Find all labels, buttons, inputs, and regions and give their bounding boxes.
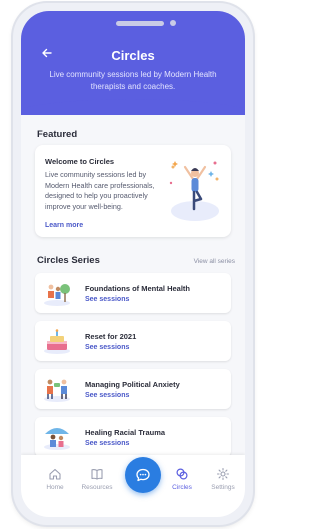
speaker-notch — [116, 21, 164, 26]
series-name: Managing Political Anxiety — [85, 380, 180, 389]
view-all-series-link[interactable]: View all series — [194, 258, 235, 265]
tab-resources-label: Resources — [81, 484, 113, 491]
tab-circles[interactable]: Circles — [162, 467, 202, 491]
people-umbrella-icon — [44, 428, 70, 450]
tab-resources[interactable]: Resources — [77, 467, 117, 491]
people-talking-icon — [44, 379, 70, 402]
circles-icon — [176, 468, 188, 480]
tab-circles-label: Circles — [172, 484, 192, 491]
series-card-political-anxiety[interactable]: Managing Political Anxiety See sessions — [35, 369, 231, 409]
page-subtitle: Live community sessions led by Modern He… — [49, 70, 217, 91]
camera-dot — [170, 20, 176, 26]
tab-home-label: Home — [46, 484, 64, 491]
see-sessions-link[interactable]: See sessions — [85, 392, 129, 399]
main-content: Featured Welcome to Circles Live communi… — [21, 115, 245, 457]
see-sessions-link[interactable]: See sessions — [85, 440, 129, 447]
series-name: Healing Racial Trauma — [85, 428, 166, 437]
tab-home[interactable]: Home — [35, 467, 75, 491]
chat-button[interactable] — [125, 457, 161, 493]
calendar-cake-icon — [44, 329, 70, 354]
featured-card-title: Welcome to Circles — [45, 157, 115, 166]
people-outdoors-icon — [44, 284, 70, 306]
series-name: Reset for 2021 — [85, 332, 137, 341]
chat-bubble-icon — [136, 468, 150, 482]
series-name: Foundations of Mental Health — [85, 284, 190, 293]
tab-settings-label: Settings — [211, 484, 235, 491]
featured-card-description: Live community sessions led by Modern He… — [45, 170, 155, 211]
app-screen: Circles Live community sessions led by M… — [21, 11, 245, 517]
series-card-foundations[interactable]: Foundations of Mental Health See session… — [35, 273, 231, 313]
phone-frame: Circles Live community sessions led by M… — [13, 3, 253, 525]
see-sessions-link[interactable]: See sessions — [85, 344, 129, 351]
series-section-title: Circles Series — [37, 255, 100, 266]
header-banner: Circles Live community sessions led by M… — [21, 11, 245, 139]
tab-settings[interactable]: Settings — [203, 467, 243, 491]
gear-icon — [216, 467, 230, 481]
series-card-reset-2021[interactable]: Reset for 2021 See sessions — [35, 321, 231, 361]
yoga-person-illustration — [169, 161, 219, 221]
learn-more-link[interactable]: Learn more — [45, 222, 83, 229]
see-sessions-link[interactable]: See sessions — [85, 296, 129, 303]
featured-card[interactable]: Welcome to Circles Live community sessio… — [35, 145, 231, 237]
page-title: Circles — [111, 48, 155, 63]
series-card-racial-trauma[interactable]: Healing Racial Trauma See sessions — [35, 417, 231, 457]
book-icon — [91, 468, 103, 480]
home-icon — [49, 468, 61, 480]
featured-section-title: Featured — [37, 129, 78, 140]
